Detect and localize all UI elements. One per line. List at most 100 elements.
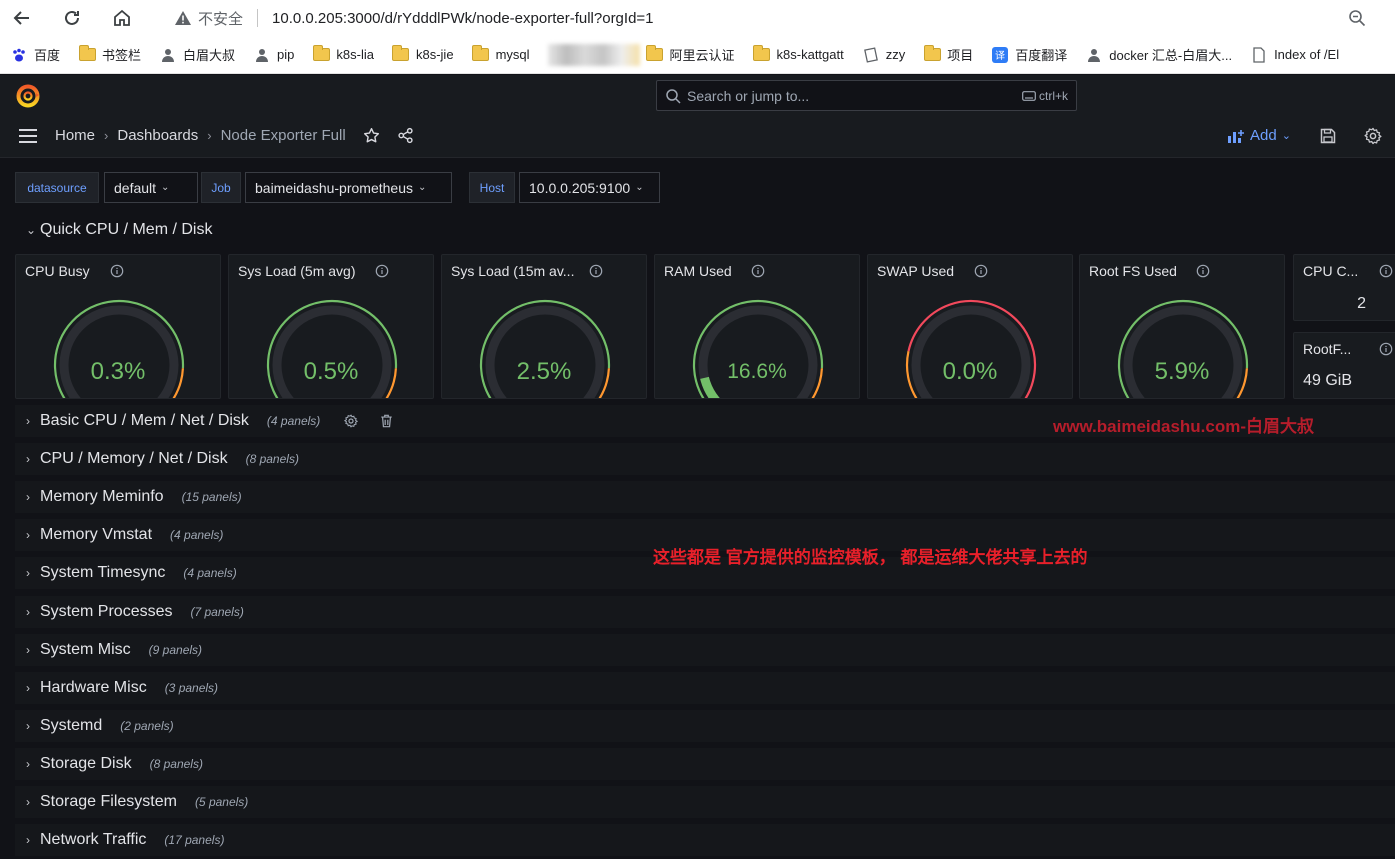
dashboard-row[interactable]: › Memory Vmstat (4 panels) [26,526,223,544]
bookmark-label: 百度翻译 [1015,48,1068,63]
bookmark-item[interactable]: 译百度翻译 [991,45,1067,64]
info-icon[interactable] [110,264,124,278]
save-icon[interactable] [1319,127,1337,145]
dashboard-row[interactable]: › CPU / Memory / Net / Disk (8 panels) [26,450,299,468]
gauge-panel[interactable]: Sys Load (5m avg) 0.5% [228,254,434,399]
bookmark-item[interactable]: Index of /El [1250,46,1339,63]
dashboard-row[interactable]: › System Misc (9 panels) [26,641,202,659]
info-icon[interactable] [375,264,389,278]
bookmark-item[interactable]: pip [253,47,294,63]
gauge-threshold-arc [692,299,824,398]
person-icon [1085,47,1103,63]
bookmark-item[interactable]: 项目 [923,45,973,64]
bookmark-item[interactable]: k8s-kattgatt [753,45,844,63]
dashboard-row[interactable]: › Storage Filesystem (5 panels) [26,793,248,811]
info-icon[interactable] [1379,342,1393,356]
breadcrumb: Home › Dashboards › Node Exporter Full [55,127,414,144]
chevron-down-icon: ⌄ [417,182,427,193]
search-input[interactable]: Search or jump to... ctrl+k [656,80,1077,111]
gauge-panel[interactable]: Sys Load (15m av... 2.5% [441,254,647,399]
bookmark-item[interactable]: 百度 [10,45,60,64]
info-icon[interactable] [974,264,988,278]
chevron-down-icon: ⌄ [635,182,644,193]
chevron-down-icon: ⌄ [1281,130,1291,142]
grafana-logo-icon[interactable] [15,83,41,109]
row-panel-count: (17 panels) [164,833,225,848]
bookmark-item[interactable]: docker 汇总-白眉大... [1085,45,1232,64]
info-icon[interactable] [1379,264,1393,278]
back-button[interactable] [0,0,44,36]
chevron-right-icon: › [26,528,30,543]
bookmark-label: k8s-kattgatt [776,47,844,62]
chevron-right-icon: › [26,642,30,657]
menu-icon[interactable] [18,128,38,144]
chevron-right-icon: › [26,490,30,505]
panel-title: RootF... [1303,341,1352,357]
row-background [15,633,1395,666]
stat-panel[interactable]: RootF... 49 GiB [1293,332,1395,399]
dashboard-row[interactable]: › Memory Meminfo (15 panels) [26,488,242,506]
gauge-panel[interactable]: Root FS Used 5.9% [1079,254,1285,399]
bookmark-item[interactable]: 白眉大叔 [159,45,235,64]
zoom-icon[interactable] [1347,8,1367,28]
chevron-right-icon: › [207,128,212,143]
folder-icon [312,45,330,63]
reload-button[interactable] [50,0,94,36]
chevron-right-icon: › [26,452,30,467]
share-icon[interactable] [397,127,414,144]
bookmark-item[interactable]: k8s-lia [312,45,374,63]
star-icon[interactable] [363,127,380,144]
dashboard-row[interactable]: › System Timesync (4 panels) [26,564,237,582]
bookmark-item[interactable]: 书签栏 [78,45,141,64]
host-select[interactable]: 10.0.0.205:9100 ⌄ [519,172,660,203]
row-settings-gear-icon[interactable] [344,414,359,428]
row-quick-cpu-mem-disk[interactable]: ⌄ Quick CPU / Mem / Disk [26,221,212,239]
security-label: 不安全 [198,10,244,28]
row-title: Systemd [40,716,103,734]
add-button[interactable]: Add ⌄ [1227,127,1291,144]
row-panel-count: (4 panels) [183,566,237,581]
datasource-select[interactable]: default ⌄ [104,172,198,203]
home-button[interactable] [100,0,144,36]
dashboard-row[interactable]: › Hardware Misc (3 panels) [26,679,218,697]
translate-icon: 译 [991,46,1009,63]
row-panel-count: (5 panels) [194,795,249,809]
row-panel-count: (4 panels) [266,414,321,428]
chevron-down-icon: ⌄ [26,223,37,237]
dashboard-row[interactable]: › Network Traffic (17 panels) [26,831,224,849]
info-icon[interactable] [1196,264,1210,278]
row-panel-count: (15 panels) [181,490,242,505]
info-icon[interactable] [589,264,603,278]
gauge-panel[interactable]: RAM Used 16.6% [654,254,860,399]
bookmark-item[interactable]: 阿里云认证 [646,45,735,64]
bookmark-label: 阿里云认证 [669,48,735,63]
bookmark-item[interactable]: zzy [862,46,905,63]
gauge-value: 2.5% [516,358,572,385]
panel-title: CPU C... [1303,263,1359,279]
row-background [15,747,1395,780]
breadcrumb-dashboards[interactable]: Dashboards [117,127,198,144]
settings-gear-icon[interactable] [1364,127,1382,145]
gauge-panel[interactable]: CPU Busy 0.3% [15,254,221,399]
info-icon[interactable] [751,264,765,278]
stat-panel[interactable]: CPU C... 2 [1293,254,1395,321]
bookmark-label: pip [277,47,295,62]
breadcrumb-home[interactable]: Home [55,127,95,144]
search-shortcut: ctrl+k [1022,89,1068,103]
dashboard-row[interactable]: › Systemd (2 panels) [26,717,174,735]
security-indicator[interactable]: 不安全 [160,8,243,29]
job-select[interactable]: baimeidashu-prometheus ⌄ [245,172,452,203]
gauge-panel[interactable]: SWAP Used 0.0% [867,254,1073,399]
bookmark-item[interactable]: mysql [472,45,530,63]
folder-icon [753,45,771,63]
annotation-note: 这些都是 官方提供的监控模板， 都是运维大佬共享上去的 [653,548,1088,567]
dashboard-row[interactable]: › System Processes (7 panels) [26,603,244,621]
dashboard-row[interactable]: › Basic CPU / Mem / Net / Disk (4 panels) [26,412,393,430]
bookmark-item[interactable]: k8s-jie [392,45,454,63]
chevron-down-icon: ⌄ [161,182,170,193]
url-text[interactable]: 10.0.0.205:3000/d/rYdddlPWk/node-exporte… [272,10,654,27]
row-panel-count: (8 panels) [245,452,299,467]
dashboard-row[interactable]: › Storage Disk (8 panels) [26,755,203,773]
address-bar[interactable]: 不安全 10.0.0.205:3000/d/rYdddlPWk/node-exp… [160,0,654,36]
row-delete-trash-icon[interactable] [380,414,393,428]
